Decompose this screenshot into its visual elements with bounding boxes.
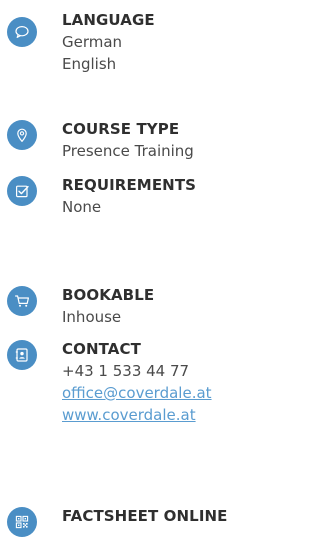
location-pin-icon [7, 120, 37, 150]
info-value: Presence Training [62, 142, 194, 160]
course-info-list: LANGUAGE German English COURSE TYPE Pres… [0, 0, 265, 537]
checkbox-icon [7, 176, 37, 206]
contact-phone: +43 1 533 44 77 [62, 362, 190, 380]
speech-bubble-icon [7, 17, 37, 47]
address-book-icon [7, 340, 37, 370]
info-title: REQUIREMENTS [62, 176, 197, 194]
info-value: English [62, 55, 117, 73]
info-value: German [62, 33, 123, 51]
factsheet-online-link[interactable]: FACTSHEET ONLINE [62, 506, 228, 526]
info-value: Inhouse [62, 308, 122, 326]
info-title: CONTACT [62, 340, 141, 358]
contact-email-link[interactable]: office@coverdale.at [62, 382, 212, 404]
info-title: LANGUAGE [62, 11, 155, 29]
contact-website-link[interactable]: www.coverdale.at [62, 404, 212, 426]
info-value: None [62, 198, 102, 216]
info-title: COURSE TYPE [62, 120, 180, 138]
qr-code-icon [7, 507, 37, 537]
info-title: BOOKABLE [62, 286, 155, 304]
shopping-cart-icon [7, 286, 37, 316]
